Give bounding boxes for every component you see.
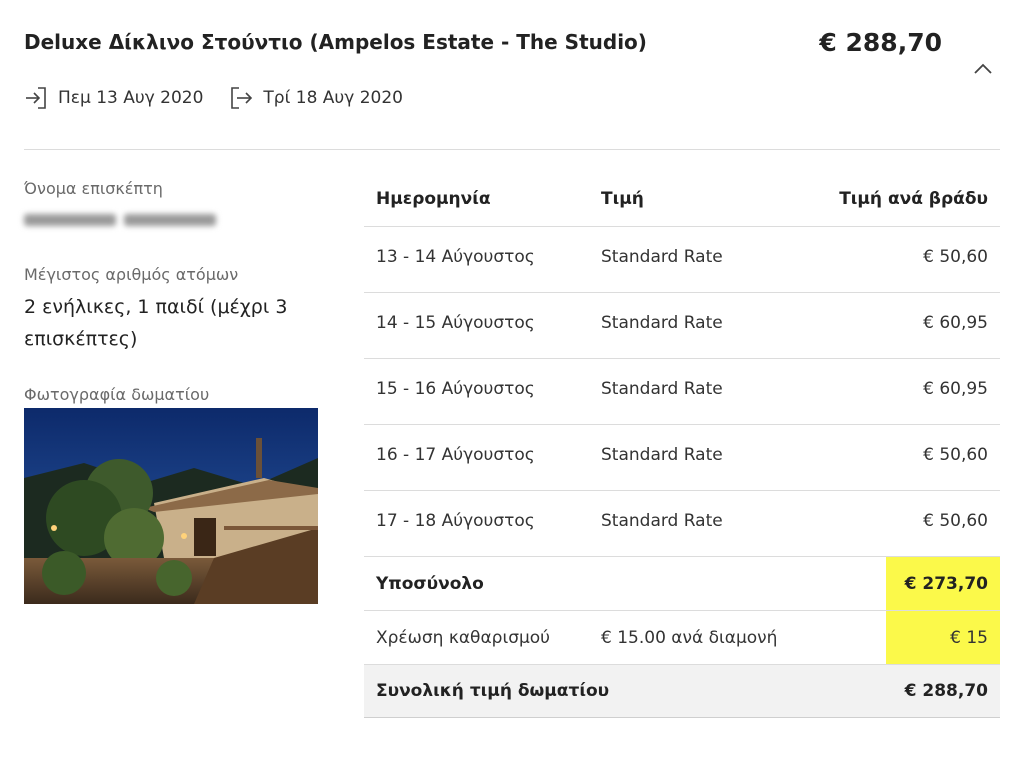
row-date: 16 - 17 Αύγουστος bbox=[376, 445, 535, 465]
max-people-value: 2 ενήλικες, 1 παιδί (μέχρι 3 επισκέπτες) bbox=[24, 296, 288, 350]
collapse-button[interactable] bbox=[970, 58, 996, 80]
checkout-date-text: Τρί 18 Αυγ 2020 bbox=[263, 88, 403, 108]
stay-dates: Πεμ 13 Αυγ 2020 Τρί 18 Αυγ 2020 bbox=[24, 86, 429, 110]
guest-name-label: Όνομα επισκέπτη bbox=[24, 179, 163, 198]
header-divider bbox=[24, 149, 1000, 150]
subtotal-value: € 273,70 bbox=[904, 574, 988, 594]
row-price: € 60,95 bbox=[923, 379, 988, 399]
header-rate: Τιμή bbox=[601, 189, 644, 209]
chevron-up-icon bbox=[974, 63, 992, 74]
table-row: 13 - 14 Αύγουστος Standard Rate € 50,60 bbox=[364, 227, 1000, 293]
checkout-date: Τρί 18 Αυγ 2020 bbox=[229, 86, 403, 110]
subtotal-label: Υποσύνολο bbox=[376, 574, 484, 594]
row-price: € 50,60 bbox=[923, 445, 988, 465]
cleaning-fee-row: Χρέωση καθαρισμού € 15.00 ανά διαμονή € … bbox=[364, 611, 1000, 665]
cleaning-rate: € 15.00 ανά διαμονή bbox=[601, 628, 778, 648]
max-people-label: Μέγιστος αριθμός ατόμων bbox=[24, 265, 239, 284]
row-date: 17 - 18 Αύγουστος bbox=[376, 511, 535, 531]
row-rate: Standard Rate bbox=[601, 445, 723, 465]
row-rate: Standard Rate bbox=[601, 247, 723, 267]
room-title: Deluxe Δίκλινο Στούντιο (Ampelos Estate … bbox=[24, 30, 647, 54]
header-date: Ημερομηνία bbox=[376, 189, 491, 209]
row-date: 14 - 15 Αύγουστος bbox=[376, 313, 535, 333]
table-row: 14 - 15 Αύγουστος Standard Rate € 60,95 bbox=[364, 293, 1000, 359]
table-row: 17 - 18 Αύγουστος Standard Rate € 50,60 bbox=[364, 491, 1000, 557]
total-value: € 288,70 bbox=[904, 681, 988, 701]
row-rate: Standard Rate bbox=[601, 511, 723, 531]
room-price: € 288,70 bbox=[819, 28, 942, 57]
table-row: 15 - 16 Αύγουστος Standard Rate € 60,95 bbox=[364, 359, 1000, 425]
row-rate: Standard Rate bbox=[601, 313, 723, 333]
row-date: 13 - 14 Αύγουστος bbox=[376, 247, 535, 267]
row-date: 15 - 16 Αύγουστος bbox=[376, 379, 535, 399]
rates-table: Ημερομηνία Τιμή Τιμή ανά βράδυ 13 - 14 Α… bbox=[364, 172, 1000, 718]
table-row: 16 - 17 Αύγουστος Standard Rate € 50,60 bbox=[364, 425, 1000, 491]
row-price: € 60,95 bbox=[923, 313, 988, 333]
arrow-into-door-icon bbox=[26, 87, 46, 109]
row-rate: Standard Rate bbox=[601, 379, 723, 399]
row-price: € 50,60 bbox=[923, 511, 988, 531]
cleaning-label: Χρέωση καθαρισμού bbox=[376, 628, 551, 648]
row-price: € 50,60 bbox=[923, 247, 988, 267]
checkin-date-text: Πεμ 13 Αυγ 2020 bbox=[58, 88, 204, 108]
room-photo-label: Φωτογραφία δωματίου bbox=[24, 385, 210, 404]
subtotal-row: Υποσύνολο € 273,70 bbox=[364, 557, 1000, 611]
room-photo bbox=[24, 408, 318, 604]
cleaning-value: € 15 bbox=[950, 628, 988, 648]
arrow-out-door-icon bbox=[231, 87, 253, 109]
checkin-date: Πεμ 13 Αυγ 2020 bbox=[24, 86, 203, 110]
header-per-night: Τιμή ανά βράδυ bbox=[839, 189, 988, 209]
table-header: Ημερομηνία Τιμή Τιμή ανά βράδυ bbox=[364, 172, 1000, 227]
guest-name-redacted bbox=[24, 210, 220, 230]
total-label: Συνολική τιμή δωματίου bbox=[376, 681, 610, 701]
total-row: Συνολική τιμή δωματίου € 288,70 bbox=[364, 665, 1000, 718]
